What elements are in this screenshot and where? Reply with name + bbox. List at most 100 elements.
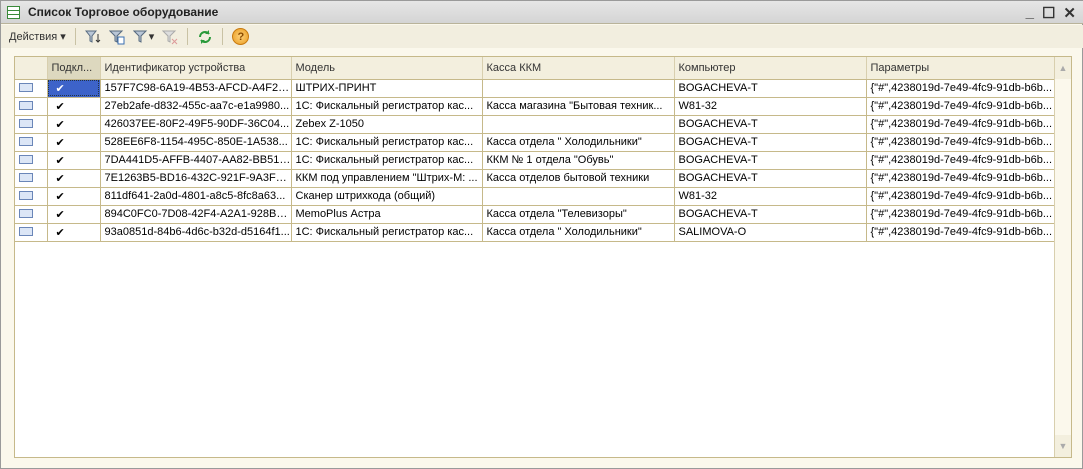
model-cell[interactable]: ККМ под управлением "Штрих-М: ...	[291, 169, 483, 188]
cash-register-cell[interactable]: Касса отделов бытовой техники	[482, 169, 675, 188]
computer-cell[interactable]: BOGACHEVA-T	[674, 133, 867, 152]
device-id-cell[interactable]: 811df641-2a0d-4801-a8c5-8fc8a63...	[100, 187, 292, 206]
cash-register-cell[interactable]: ККМ № 1 отдела "Обувь"	[482, 151, 675, 170]
model-cell[interactable]: 1С: Фискальный регистратор кас...	[291, 97, 483, 116]
parameters-cell[interactable]: {"#",4238019d-7e49-4fc9-91db-b6b...	[866, 79, 1056, 98]
filter-edit-icon	[108, 30, 125, 44]
cash-register-cell[interactable]	[482, 115, 675, 134]
cash-register-cell[interactable]	[482, 79, 675, 98]
row-icon-cell	[15, 151, 48, 170]
equipment-icon	[19, 155, 33, 164]
model-cell[interactable]: Zebex Z-1050	[291, 115, 483, 134]
connected-check[interactable]: ✔	[47, 169, 101, 188]
clear-filter-button[interactable]	[160, 27, 180, 46]
device-id-cell[interactable]: 27eb2afe-d832-455c-aa7c-e1a9980...	[100, 97, 292, 116]
model-cell[interactable]: 1С: Фискальный регистратор кас...	[291, 133, 483, 152]
table-row[interactable]: ✔ 7DA441D5-AFFB-4407-AA82-BB513... 1С: Фис…	[15, 151, 1056, 170]
column-header-icon[interactable]	[15, 57, 48, 80]
scroll-down-button[interactable]: ▼	[1055, 435, 1071, 457]
connected-check[interactable]: ✔	[47, 133, 101, 152]
column-header-model[interactable]: Модель	[291, 57, 483, 80]
scroll-up-button[interactable]: ▲	[1055, 57, 1071, 79]
computer-cell[interactable]: BOGACHEVA-T	[674, 79, 867, 98]
parameters-cell[interactable]: {"#",4238019d-7e49-4fc9-91db-b6b...	[866, 187, 1056, 206]
device-id-cell[interactable]: 157F7C98-6A19-4B53-AFCD-A4F2D...	[100, 79, 292, 98]
connected-check[interactable]: ✔	[47, 187, 101, 206]
cash-register-cell[interactable]	[482, 187, 675, 206]
row-icon-cell	[15, 79, 48, 98]
parameters-cell[interactable]: {"#",4238019d-7e49-4fc9-91db-b6b...	[866, 223, 1056, 242]
filter-history-button[interactable]: ▾	[131, 27, 157, 46]
computer-cell[interactable]: W81-32	[674, 97, 867, 116]
connected-check[interactable]: ✔	[47, 79, 101, 98]
device-id-cell[interactable]: 528EE6F8-1154-495C-850E-1A538...	[100, 133, 292, 152]
column-header-computer[interactable]: Компьютер	[674, 57, 867, 80]
filter-list-icon	[132, 30, 147, 43]
table-list-icon	[7, 5, 20, 19]
parameters-cell[interactable]: {"#",4238019d-7e49-4fc9-91db-b6b...	[866, 133, 1056, 152]
device-id-cell[interactable]: 93a0851d-84b6-4d6c-b32d-d5164f1...	[100, 223, 292, 242]
help-icon: ?	[232, 28, 250, 45]
cash-register-cell[interactable]: Касса магазина "Бытовая техник...	[482, 97, 675, 116]
column-header-connected[interactable]: Подкл...	[47, 57, 101, 80]
computer-cell[interactable]: BOGACHEVA-T	[674, 115, 867, 134]
column-header-cash-register[interactable]: Касса ККМ	[482, 57, 675, 80]
equipment-icon	[19, 191, 33, 200]
model-cell[interactable]: 1С: Фискальный регистратор кас...	[291, 151, 483, 170]
cash-register-cell[interactable]: Касса отдела "Телевизоры"	[482, 205, 675, 224]
actions-menu-button[interactable]: Действия ▾	[7, 27, 68, 46]
model-cell[interactable]: MemoPlus Астра	[291, 205, 483, 224]
equipment-table: Подкл... Идентификатор устройства Модель Ка…	[14, 56, 1072, 458]
connected-check[interactable]: ✔	[47, 151, 101, 170]
refresh-button[interactable]	[195, 27, 215, 46]
parameters-cell[interactable]: {"#",4238019d-7e49-4fc9-91db-b6b...	[866, 115, 1056, 134]
connected-check[interactable]: ✔	[47, 205, 101, 224]
help-button[interactable]: ?	[230, 27, 251, 46]
close-button[interactable]: ✕	[1063, 4, 1076, 22]
computer-cell[interactable]: BOGACHEVA-T	[674, 205, 867, 224]
computer-cell[interactable]: BOGACHEVA-T	[674, 169, 867, 188]
device-id-cell[interactable]: 426037EE-80F2-49F5-90DF-36C04...	[100, 115, 292, 134]
filter-by-value-button[interactable]	[83, 27, 103, 46]
model-cell[interactable]: 1С: Фискальный регистратор кас...	[291, 223, 483, 242]
device-id-cell[interactable]: 7E1263B5-BD16-432C-921F-9A3FE...	[100, 169, 292, 188]
computer-cell[interactable]: BOGACHEVA-T	[674, 151, 867, 170]
device-id-cell[interactable]: 894C0FC0-7D08-42F4-A2A1-928B9...	[100, 205, 292, 224]
cash-register-cell[interactable]: Касса отдела " Холодильники"	[482, 133, 675, 152]
table-row[interactable]: ✔ 528EE6F8-1154-495C-850E-1A538... 1С: Фис…	[15, 133, 1056, 152]
model-cell[interactable]: Сканер штрихкода (общий)	[291, 187, 483, 206]
table-row[interactable]: ✔ 93a0851d-84b6-4d6c-b32d-d5164f1... 1С: Ф…	[15, 223, 1056, 242]
parameters-cell[interactable]: {"#",4238019d-7e49-4fc9-91db-b6b...	[866, 97, 1056, 116]
vertical-scrollbar[interactable]: ▲ ▼	[1054, 57, 1071, 457]
row-icon-cell	[15, 97, 48, 116]
column-header-device-id[interactable]: Идентификатор устройства	[100, 57, 292, 80]
parameters-cell[interactable]: {"#",4238019d-7e49-4fc9-91db-b6b...	[866, 169, 1056, 188]
table-row[interactable]: ✔ 811df641-2a0d-4801-a8c5-8fc8a63... Скане…	[15, 187, 1056, 206]
minimize-button[interactable]: _	[1026, 4, 1034, 22]
maximize-button[interactable]: ☐	[1042, 4, 1055, 22]
model-cell[interactable]: ШТРИХ-ПРИНТ	[291, 79, 483, 98]
parameters-cell[interactable]: {"#",4238019d-7e49-4fc9-91db-b6b...	[866, 205, 1056, 224]
equipment-icon	[19, 101, 33, 110]
equipment-icon	[19, 173, 33, 182]
connected-check[interactable]: ✔	[47, 115, 101, 134]
set-filter-button[interactable]	[107, 27, 127, 46]
cash-register-cell[interactable]: Касса отдела " Холодильники"	[482, 223, 675, 242]
toolbar-separator	[222, 28, 224, 45]
connected-check[interactable]: ✔	[47, 97, 101, 116]
connected-check[interactable]: ✔	[47, 223, 101, 242]
table-row[interactable]: ✔ 27eb2afe-d832-455c-aa7c-e1a9980... 1С: Ф…	[15, 97, 1056, 116]
row-icon-cell	[15, 223, 48, 242]
table-row[interactable]: ✔ 157F7C98-6A19-4B53-AFCD-A4F2D... ШТРИХ-П…	[15, 79, 1056, 98]
table-row[interactable]: ✔ 7E1263B5-BD16-432C-921F-9A3FE... ККМ под…	[15, 169, 1056, 188]
computer-cell[interactable]: SALIMOVA-O	[674, 223, 867, 242]
column-header-parameters[interactable]: Параметры	[866, 57, 1056, 80]
equipment-icon	[19, 137, 33, 146]
parameters-cell[interactable]: {"#",4238019d-7e49-4fc9-91db-b6b...	[866, 151, 1056, 170]
computer-cell[interactable]: W81-32	[674, 187, 867, 206]
table-row[interactable]: ✔ 426037EE-80F2-49F5-90DF-36C04... Zebex Z…	[15, 115, 1056, 134]
table-row[interactable]: ✔ 894C0FC0-7D08-42F4-A2A1-928B9... MemoPlu…	[15, 205, 1056, 224]
toolbar: Действия ▾ ▾ ?	[1, 25, 1083, 48]
device-id-cell[interactable]: 7DA441D5-AFFB-4407-AA82-BB513...	[100, 151, 292, 170]
row-icon-cell	[15, 169, 48, 188]
